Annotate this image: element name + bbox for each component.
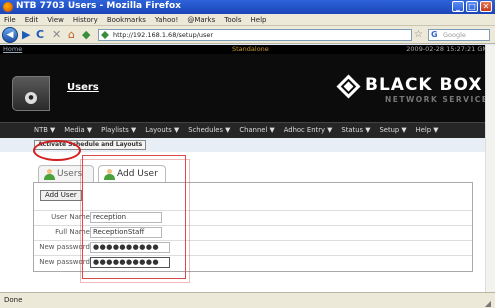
forward-button[interactable]: ▶	[22, 29, 30, 41]
side-tab[interactable]: ●	[12, 76, 50, 111]
menu-view[interactable]: View	[47, 14, 64, 25]
menu-yahoo[interactable]: Yahoo!	[155, 14, 178, 25]
firefox-icon	[3, 2, 13, 12]
menu-help[interactable]: Help	[251, 14, 267, 25]
bookmark-icon: ◆	[82, 28, 91, 41]
main-nav: NTB ▼ Media ▼ Playlists ▼ Layouts ▼ Sche…	[0, 122, 495, 138]
blackbox-logo: BLACK BOX NETWORK SERVICES	[336, 74, 494, 114]
play-icon: ●	[25, 92, 37, 104]
diamond-logo-icon	[336, 74, 361, 99]
home-button[interactable]: ⌂	[68, 29, 75, 41]
search-input[interactable]: G Google	[428, 29, 490, 41]
nav-layouts[interactable]: Layouts ▼	[145, 123, 179, 138]
star-icon[interactable]: ☆	[414, 29, 423, 40]
status-bar: Done ◢	[0, 292, 495, 308]
page-title: Users	[67, 82, 99, 93]
minimize-button[interactable]: _	[452, 1, 464, 12]
home-link[interactable]: Home	[3, 45, 22, 54]
menu-tools[interactable]: Tools	[224, 14, 241, 25]
tab-users-label: Users	[57, 169, 83, 179]
menu-history[interactable]: History	[73, 14, 98, 25]
highlight-shadow	[80, 159, 190, 283]
nav-ntb[interactable]: NTB ▼	[34, 123, 55, 138]
nav-playlists[interactable]: Playlists ▼	[101, 123, 136, 138]
nav-adhoc-entry[interactable]: Adhoc Entry ▼	[284, 123, 333, 138]
user-icon	[44, 169, 55, 180]
url-text: http://192.168.1.68/setup/user	[113, 31, 214, 39]
google-icon: G	[431, 30, 438, 39]
nav-help[interactable]: Help ▼	[416, 123, 439, 138]
maximize-button[interactable]: □	[466, 1, 478, 12]
site-favicon-icon	[101, 31, 109, 39]
stop-button[interactable]: ✕	[52, 29, 61, 41]
vertical-scrollbar[interactable]	[485, 45, 495, 292]
menu-marks[interactable]: @Marks	[187, 14, 215, 25]
logo-brand: BLACK BOX	[365, 75, 483, 95]
resize-grip-icon[interactable]: ◢	[485, 296, 491, 308]
navigation-toolbar: ◀ ▶ C ✕ ⌂ ◆ http://192.168.1.68/setup/us…	[0, 26, 495, 44]
nav-schedules[interactable]: Schedules ▼	[188, 123, 230, 138]
window-titlebar: NTB 7703 Users - Mozilla Firefox _ □ ✕	[0, 0, 495, 14]
page-content: Home Standalone 2009-02-28 15:27:21 GMT …	[0, 45, 495, 292]
window-title: NTB 7703 Users - Mozilla Firefox	[16, 1, 181, 11]
nav-status[interactable]: Status ▼	[341, 123, 370, 138]
add-user-button[interactable]: Add User	[40, 190, 82, 201]
menu-edit[interactable]: Edit	[25, 14, 39, 25]
back-button[interactable]: ◀	[2, 27, 18, 43]
top-strip: Home Standalone 2009-02-28 15:27:21 GMT	[0, 45, 495, 54]
header-banner: ● Users BLACK BOX NETWORK SERVICES	[0, 54, 495, 122]
menubar: File Edit View History Bookmarks Yahoo! …	[0, 14, 495, 26]
nav-setup[interactable]: Setup ▼	[379, 123, 406, 138]
close-button[interactable]: ✕	[480, 1, 492, 12]
menu-file[interactable]: File	[4, 14, 16, 25]
nav-media[interactable]: Media ▼	[64, 123, 92, 138]
search-placeholder: Google	[443, 31, 466, 39]
logo-subtitle: NETWORK SERVICES	[385, 95, 495, 104]
highlight-circle	[33, 140, 81, 161]
datetime-label: 2009-02-28 15:27:21 GMT	[406, 45, 492, 53]
status-text: Done	[4, 296, 23, 304]
url-bar[interactable]: http://192.168.1.68/setup/user	[98, 29, 412, 41]
nav-channel[interactable]: Channel ▼	[239, 123, 274, 138]
menu-bookmarks[interactable]: Bookmarks	[107, 14, 146, 25]
reload-button[interactable]: C	[36, 29, 44, 41]
mode-label: Standalone	[232, 45, 269, 53]
